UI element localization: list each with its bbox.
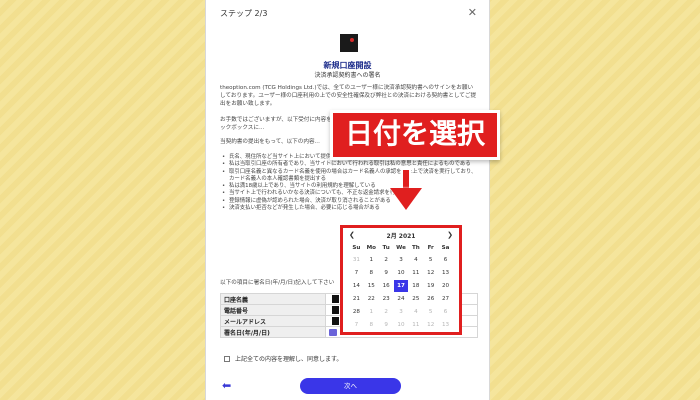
agree-row[interactable]: 上記全ての内容を理解し、同意します。: [224, 354, 342, 363]
down-arrow-icon: [390, 188, 422, 210]
calendar-day[interactable]: 26: [423, 293, 438, 305]
calendar-day[interactable]: 13: [438, 267, 453, 279]
sign-note: 以下の項目に署名日(年/月/日)記入して下さい: [220, 280, 335, 286]
calendar-day[interactable]: 14: [349, 280, 364, 292]
calendar-day[interactable]: 8: [364, 267, 379, 279]
calendar-day[interactable]: 27: [438, 293, 453, 305]
calendar-day[interactable]: 22: [364, 293, 379, 305]
calendar-icon[interactable]: [329, 329, 337, 336]
modal-header: ステップ 2/3 ✕: [206, 0, 489, 26]
next-button[interactable]: 次へ: [300, 378, 401, 394]
calendar-day[interactable]: 28: [349, 306, 364, 318]
arrow-left-icon[interactable]: ⬅: [222, 379, 231, 392]
calendar-header: ❮ 2月 2021 ❯: [349, 231, 453, 241]
calendar-day[interactable]: 16: [379, 280, 394, 292]
calendar-day[interactable]: 18: [408, 280, 423, 292]
calendar-day[interactable]: 12: [423, 319, 438, 331]
calendar-day[interactable]: 17: [393, 280, 409, 292]
calendar-day[interactable]: 24: [394, 293, 409, 305]
calendar-day[interactable]: 9: [379, 267, 394, 279]
calendar-day[interactable]: 9: [379, 319, 394, 331]
list-item: 取引口座名義と異なるカード名義を使用の場合はカード名義人の承認を得た上で決済を実…: [220, 169, 478, 184]
email-label: メールアドレス: [220, 315, 326, 327]
calendar-day[interactable]: 11: [408, 319, 423, 331]
calendar-day[interactable]: 19: [423, 280, 438, 292]
name-label: 口座名義: [220, 293, 326, 305]
list-item: 登録情報に虚偽が認められた場合、決済が取り消されることがある: [220, 198, 478, 206]
weekday-header: Th: [411, 245, 420, 251]
weekday-header: Tu: [382, 245, 390, 251]
calendar-day[interactable]: 23: [379, 293, 394, 305]
intro-paragraph: theoption.com (TCG Holdings Ltd.)では、全てのユ…: [220, 85, 477, 107]
close-icon[interactable]: ✕: [468, 6, 477, 19]
calendar-day[interactable]: 2: [379, 254, 394, 266]
date-picker: ❮ 2月 2021 ❯ Su Mo Tu We Th Fr Sa 31 1 2 3 4 5 6 7 8 9 10 1…: [340, 225, 462, 335]
calendar-day[interactable]: 3: [394, 306, 409, 318]
terms-list: 氏名、現住所など当サイト上において提供する情報はすべて正確かつ最新であることを約…: [220, 154, 478, 213]
chevron-left-icon[interactable]: ❮: [349, 231, 355, 239]
calendar-day[interactable]: 6: [438, 306, 453, 318]
phone-label: 電話番号: [220, 304, 326, 316]
weekday-header: We: [396, 245, 406, 251]
calendar-day[interactable]: 13: [438, 319, 453, 331]
brand-logo: [340, 34, 358, 52]
calendar-day[interactable]: 10: [394, 267, 409, 279]
weekday-header: Su: [352, 245, 361, 251]
calendar-day[interactable]: 11: [408, 267, 423, 279]
agree-label: 上記全ての内容を理解し、同意します。: [235, 356, 343, 363]
list-item: 決済支払い拒否などが発生した場合、必要に応じる場合がある: [220, 205, 478, 213]
calendar-day[interactable]: 2: [379, 306, 394, 318]
overlay-caption: 日付を選択: [330, 110, 500, 160]
calendar-day[interactable]: 4: [408, 254, 423, 266]
list-item: 私は当取引口座の所有者であり、当サイトにおいて行われる取引は私の意思と責任による…: [220, 161, 478, 169]
calendar-day[interactable]: 31: [349, 254, 364, 266]
calendar-day[interactable]: 20: [438, 280, 453, 292]
calendar-day[interactable]: 12: [423, 267, 438, 279]
calendar-day[interactable]: 10: [394, 319, 409, 331]
signup-modal: ステップ 2/3 ✕ 新規口座開設 決済承認契約書への署名 theoption.…: [205, 0, 490, 400]
calendar-day[interactable]: 7: [349, 267, 364, 279]
agree-checkbox[interactable]: [224, 355, 230, 362]
calendar-day[interactable]: 8: [364, 319, 379, 331]
calendar-grid: Su Mo Tu We Th Fr Sa 31 1 2 3 4 5 6 7 8 9 10 11 12 13 14 15 16 1…: [349, 243, 453, 331]
calendar-day[interactable]: 25: [408, 293, 423, 305]
calendar-month: 2月 2021: [386, 233, 416, 240]
chevron-right-icon[interactable]: ❯: [447, 231, 453, 239]
calendar-day[interactable]: 15: [364, 280, 379, 292]
modal-subtitle: 決済承認契約書への署名: [314, 72, 381, 79]
calendar-day[interactable]: 5: [423, 254, 438, 266]
calendar-day[interactable]: 5: [423, 306, 438, 318]
calendar-day[interactable]: 1: [364, 306, 379, 318]
step-indicator: ステップ 2/3: [220, 9, 268, 18]
calendar-day[interactable]: 7: [349, 319, 364, 331]
date-label: 署名日(年/月/日): [220, 326, 326, 338]
weekday-header: Fr: [427, 245, 434, 251]
calendar-day[interactable]: 3: [394, 254, 409, 266]
calendar-day[interactable]: 21: [349, 293, 364, 305]
weekday-header: Mo: [366, 245, 376, 251]
calendar-day[interactable]: 6: [438, 254, 453, 266]
calendar-day[interactable]: 4: [408, 306, 423, 318]
weekday-header: Sa: [441, 245, 450, 251]
calendar-day[interactable]: 1: [364, 254, 379, 266]
list-item: 当サイト上で行われるいかなる決済についても、不正な返金請求を行わない: [220, 190, 478, 198]
